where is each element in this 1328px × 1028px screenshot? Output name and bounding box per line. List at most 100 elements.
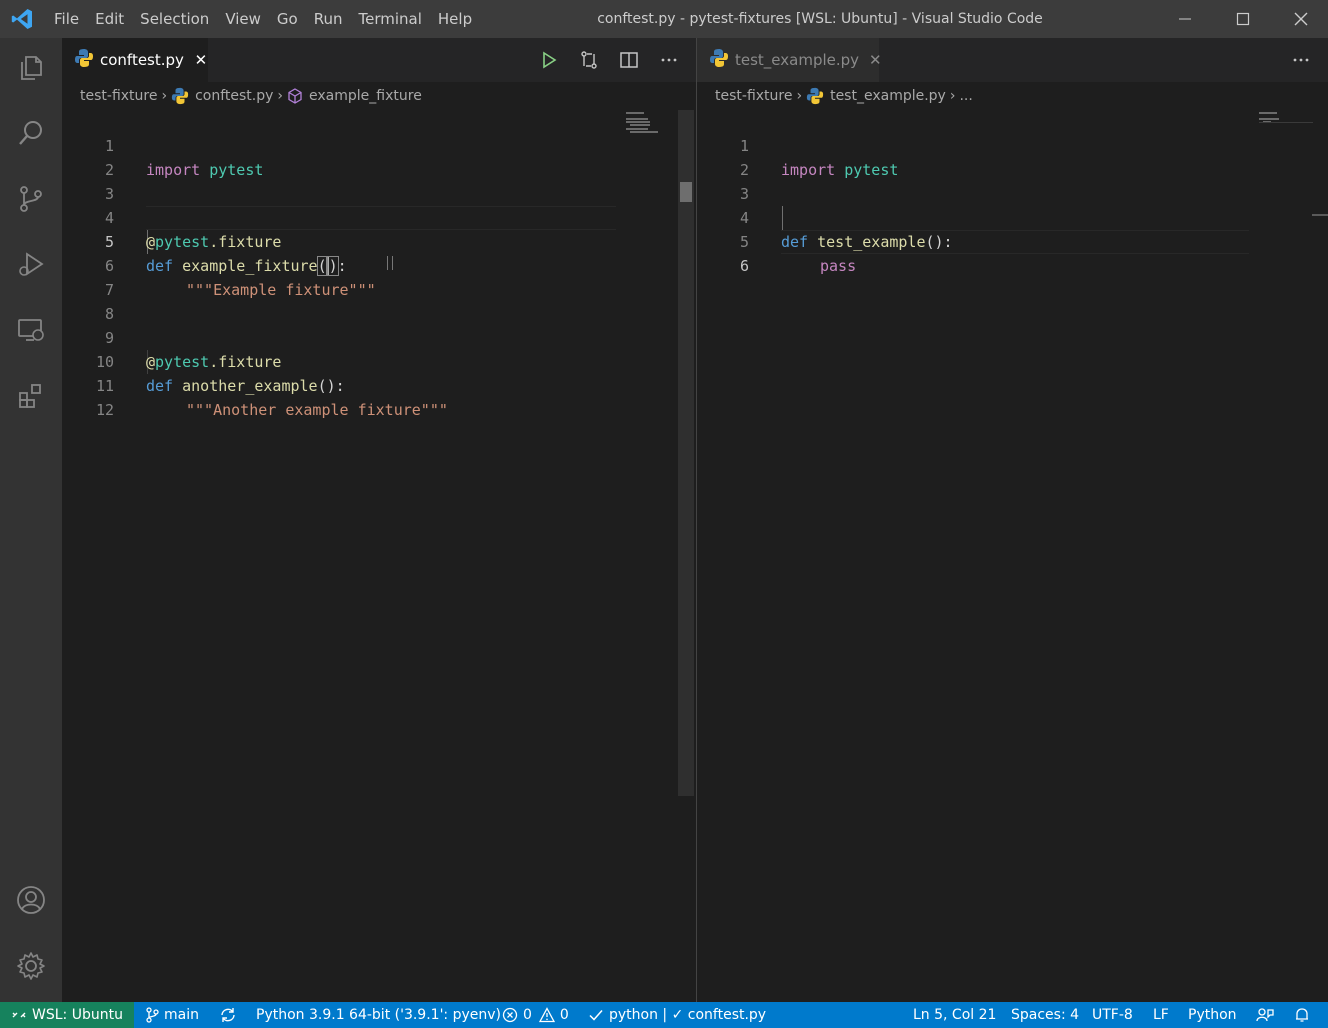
minimize-button[interactable]: [1156, 0, 1214, 38]
code-line: 7: [62, 254, 116, 299]
indent-guide: [782, 206, 783, 230]
minimap[interactable]: [626, 110, 676, 140]
test-status[interactable]: python | ✓ conftest.py: [588, 1002, 766, 1028]
menu-edit[interactable]: Edit: [87, 0, 132, 38]
punctuation: :: [337, 257, 347, 275]
editor-actions: [1276, 38, 1316, 82]
sync-button[interactable]: [219, 1002, 242, 1028]
more-actions-button[interactable]: [654, 45, 684, 75]
keyword: def: [146, 377, 174, 395]
docstring: """Another example fixture""": [186, 401, 448, 419]
menu-help[interactable]: Help: [430, 0, 480, 38]
code-line: 3: [62, 158, 116, 203]
open-changes-button[interactable]: [574, 45, 604, 75]
code-line: 2: [62, 134, 116, 179]
eol-selector[interactable]: LF: [1153, 1002, 1169, 1028]
close-icon: [1294, 12, 1308, 26]
branch-indicator[interactable]: main: [145, 1002, 199, 1028]
code-line: 5 pass: [697, 206, 856, 275]
code-line: 4 def test_example():: [697, 182, 953, 251]
tab-close-button[interactable]: ✕: [194, 51, 208, 69]
minimap[interactable]: [1259, 110, 1313, 130]
code-line: 6: [697, 230, 751, 275]
manage-gear-icon[interactable]: [13, 948, 49, 984]
menu-selection[interactable]: Selection: [132, 0, 217, 38]
split-editor-button[interactable]: [614, 45, 644, 75]
breadcrumb-file[interactable]: conftest.py: [195, 88, 273, 104]
menu-run[interactable]: Run: [306, 0, 351, 38]
source-control-icon[interactable]: [13, 181, 49, 217]
module-name: pytest: [209, 161, 264, 179]
menu-go[interactable]: Go: [269, 0, 306, 38]
extensions-icon[interactable]: [13, 378, 49, 414]
function-name: example_fixture: [182, 257, 318, 275]
encoding-selector[interactable]: UTF-8: [1092, 1002, 1133, 1028]
tab-conftest[interactable]: conftest.py ✕: [62, 38, 208, 82]
code-line: 10 def another_example():: [62, 326, 345, 395]
split-editor-icon: [620, 52, 638, 68]
tab-close-button[interactable]: ✕: [869, 51, 882, 69]
feedback-button[interactable]: [1256, 1002, 1279, 1028]
decorator-at: @: [146, 353, 156, 371]
keyword: def: [146, 257, 174, 275]
more-actions-icon: [661, 58, 677, 62]
remote-indicator[interactable]: WSL: Ubuntu: [0, 1002, 134, 1028]
remote-icon: [12, 1012, 26, 1018]
breadcrumb-folder[interactable]: test-fixture: [715, 88, 792, 104]
title-bar: File Edit Selection View Go Run Terminal…: [0, 0, 1328, 38]
bell-icon: [1296, 1008, 1308, 1022]
problems-indicator[interactable]: 0 0: [502, 1002, 569, 1028]
punctuation: ():: [317, 377, 345, 395]
more-actions-button[interactable]: [1286, 45, 1316, 75]
breadcrumb-folder[interactable]: test-fixture: [80, 88, 157, 104]
scrollbar-thumb[interactable]: [680, 182, 692, 202]
indentation-selector[interactable]: Spaces: 4: [1011, 1002, 1079, 1028]
chevron-right-icon: ›: [949, 88, 956, 104]
search-icon[interactable]: [13, 115, 49, 151]
language-label: Python: [1188, 1007, 1237, 1023]
code-line: 6 """Example fixture""": [62, 230, 376, 299]
cursor-position[interactable]: Ln 5, Col 21: [913, 1002, 996, 1028]
sync-icon: [221, 1008, 235, 1022]
notifications-button[interactable]: [1294, 1002, 1315, 1028]
breadcrumb-more[interactable]: ...: [959, 88, 972, 104]
bracket-match: (: [316, 256, 328, 276]
code-editor-test-example[interactable]: 1 import pytest 2 3 4 def test_example()…: [697, 110, 1328, 1002]
decorator-attr: .fixture: [209, 353, 282, 371]
explorer-icon[interactable]: [13, 50, 49, 86]
maximize-button[interactable]: [1214, 0, 1272, 38]
menu-terminal[interactable]: Terminal: [351, 0, 430, 38]
run-debug-icon[interactable]: [13, 246, 49, 282]
window-title: conftest.py - pytest-fixtures [WSL: Ubun…: [597, 11, 1043, 27]
menu-file[interactable]: File: [46, 0, 87, 38]
vertical-scrollbar[interactable]: [678, 110, 694, 796]
code-line: 11 """Another example fixture""": [62, 350, 448, 419]
more-actions-icon: [1293, 58, 1309, 62]
tab-label: test_example.py: [735, 51, 860, 69]
function-name: test_example: [817, 233, 926, 251]
vscode-logo-icon: [10, 7, 34, 31]
overview-ruler-marker: [1312, 214, 1328, 216]
bracket-match: ): [325, 256, 339, 276]
breadcrumb: test-fixture › test_example.py › ...: [715, 82, 973, 110]
run-python-file-button[interactable]: [534, 45, 564, 75]
close-window-button[interactable]: [1272, 0, 1328, 38]
python-interpreter[interactable]: Python 3.9.1 64-bit ('3.9.1': pyenv): [256, 1002, 501, 1028]
breadcrumb-symbol[interactable]: example_fixture: [309, 88, 422, 104]
code-line: 1 import pytest: [697, 110, 898, 179]
keyword: import: [146, 161, 201, 179]
breadcrumb-file[interactable]: test_example.py: [830, 88, 946, 104]
eol-label: LF: [1153, 1007, 1169, 1023]
minimize-icon: [1179, 18, 1191, 20]
code-editor-conftest[interactable]: 1 import pytest 2 3 4 @pytest.fixture 5 …: [62, 110, 696, 1002]
account-icon[interactable]: [13, 882, 49, 918]
menu-view[interactable]: View: [217, 0, 269, 38]
tab-label: conftest.py: [100, 51, 184, 69]
remote-explorer-icon[interactable]: [13, 312, 49, 348]
editor-group-left: conftest.py ✕ test-fixture › conftest.py…: [62, 38, 696, 1002]
warning-count: 0: [559, 1007, 569, 1023]
function-name: another_example: [182, 377, 318, 395]
run-icon: [543, 51, 557, 69]
language-mode-selector[interactable]: Python: [1188, 1002, 1237, 1028]
tab-test-example[interactable]: test_example.py ✕: [697, 38, 882, 82]
